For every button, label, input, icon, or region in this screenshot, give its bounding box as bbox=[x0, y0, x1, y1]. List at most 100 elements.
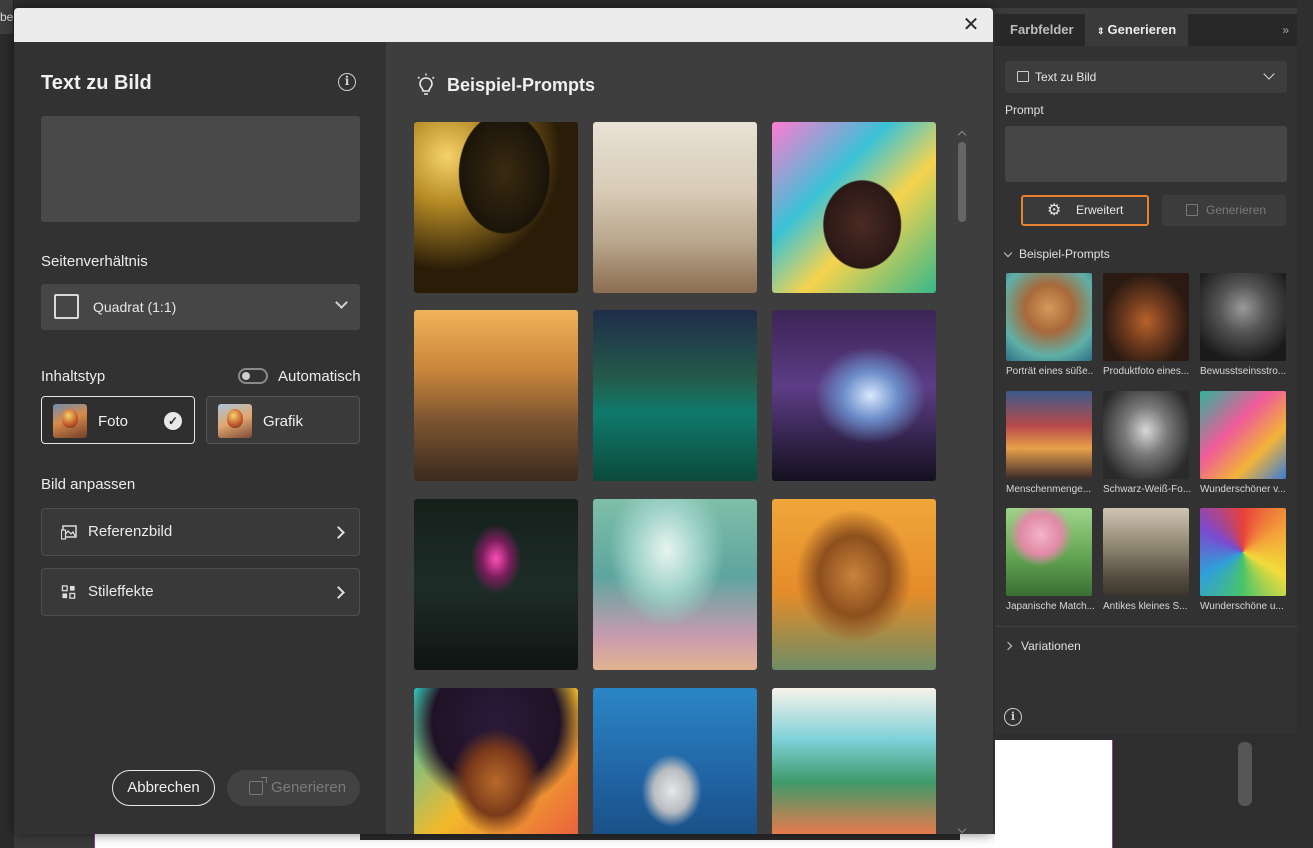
panel-example-vintage-car[interactable] bbox=[1103, 508, 1189, 596]
generation-mode-dropdown[interactable]: Text zu Bild bbox=[1005, 61, 1287, 93]
aspect-ratio-value: Quadrat (1:1) bbox=[93, 299, 177, 315]
aspect-ratio-dropdown[interactable]: Quadrat (1:1) bbox=[41, 284, 360, 330]
chevron-down-icon bbox=[1003, 248, 1013, 258]
text-to-image-dialog: ✕ Text zu Bild i Seitenverhältnis Quadra… bbox=[14, 8, 993, 834]
graphic-type-label: Grafik bbox=[263, 413, 304, 430]
tab-sort-icon: ⇕ bbox=[1097, 26, 1105, 36]
panel-example-burger[interactable] bbox=[1103, 273, 1189, 361]
right-toolbar-strip bbox=[1297, 0, 1313, 848]
generate-button-label: Generieren bbox=[271, 779, 347, 796]
style-effects-button[interactable]: Stileffekte bbox=[41, 568, 360, 616]
example-thumbnail-can-splash[interactable] bbox=[593, 688, 757, 834]
generate-icon bbox=[249, 777, 267, 795]
chevron-down-icon bbox=[1263, 68, 1275, 80]
panel-generate-label: Generieren bbox=[1206, 203, 1267, 217]
examples-section-label: Beispiel-Prompts bbox=[1019, 247, 1110, 261]
image-icon bbox=[61, 525, 77, 540]
auto-toggle-label: Automatisch bbox=[278, 368, 361, 385]
example-prompts-pane: Beispiel-Prompts bbox=[386, 42, 993, 834]
example-thumbnail-palm-street[interactable] bbox=[772, 688, 936, 834]
photo-type-thumbnail bbox=[53, 404, 87, 438]
panel-example-caption: Japanische Match... bbox=[1006, 601, 1094, 612]
auto-toggle[interactable] bbox=[238, 368, 268, 384]
info-icon[interactable]: i bbox=[338, 73, 356, 91]
tab-generate[interactable]: ⇕ Generieren bbox=[1085, 14, 1189, 46]
tab-generate-label: Generieren bbox=[1107, 22, 1177, 37]
aspect-ratio-label: Seitenverhältnis bbox=[41, 253, 148, 270]
lightbulb-icon bbox=[417, 73, 435, 95]
panel-example-brain[interactable] bbox=[1200, 273, 1286, 361]
panel-example-caption: Menschenmenge... bbox=[1006, 484, 1092, 495]
example-thumbnail-neon-rose[interactable] bbox=[414, 499, 578, 670]
variations-section-label: Variationen bbox=[1021, 639, 1081, 653]
generate-panel: Farbfelder ⇕ Generieren » Text zu Bild Pr… bbox=[995, 14, 1297, 734]
panel-example-crowd[interactable] bbox=[1006, 391, 1092, 479]
panel-example-mandala[interactable] bbox=[1200, 508, 1286, 596]
app-top-strip bbox=[0, 0, 1313, 8]
panel-example-caption: Antikes kleines S... bbox=[1103, 601, 1188, 612]
content-type-label: Inhaltstyp bbox=[41, 368, 106, 385]
content-type-photo-button[interactable]: Foto ✓ bbox=[41, 396, 195, 444]
document-tab[interactable]: be bbox=[0, 0, 14, 34]
panel-example-caption: Produktfoto eines... bbox=[1103, 366, 1190, 377]
panel-example-caption: Schwarz-Weiß-Fo... bbox=[1103, 484, 1191, 495]
example-thumbnail-cheetah[interactable] bbox=[414, 310, 578, 481]
cancel-button[interactable]: Abbrechen bbox=[112, 770, 215, 806]
reference-image-button[interactable]: Referenzbild bbox=[41, 508, 360, 556]
scroll-down-icon[interactable] bbox=[957, 824, 967, 834]
panel-example-caption: Bewusstseinsstro... bbox=[1200, 366, 1287, 377]
advanced-button[interactable]: ⚙ Erweitert bbox=[1021, 195, 1149, 226]
document-vertical-scrollbar[interactable] bbox=[1238, 742, 1252, 806]
panel-tab-bar: Farbfelder ⇕ Generieren » bbox=[995, 14, 1297, 46]
panel-example-bw-photo[interactable] bbox=[1103, 391, 1189, 479]
variations-section-header[interactable]: Variationen bbox=[1003, 639, 1081, 653]
example-prompts-title: Beispiel-Prompts bbox=[447, 75, 596, 95]
panel-example-caption: Wunderschöner v... bbox=[1200, 484, 1286, 495]
app-left-strip bbox=[0, 8, 14, 848]
dialog-titlebar: ✕ bbox=[14, 8, 993, 42]
example-thumbnail-cosmetics[interactable] bbox=[414, 122, 578, 293]
example-thumbnail-colorful-portrait[interactable] bbox=[772, 122, 936, 293]
toggle-knob bbox=[242, 372, 250, 380]
panel-prompt-input[interactable] bbox=[1005, 126, 1287, 182]
generation-mode-value: Text zu Bild bbox=[1035, 70, 1097, 84]
panel-example-kitten[interactable] bbox=[1006, 273, 1092, 361]
content-type-graphic-button[interactable]: Grafik bbox=[206, 396, 360, 444]
examples-section-header[interactable]: Beispiel-Prompts bbox=[1003, 247, 1110, 261]
scroll-up-icon[interactable] bbox=[957, 130, 967, 140]
collapse-panel-icon[interactable]: » bbox=[1282, 23, 1289, 37]
thumbnail-scrollbar[interactable] bbox=[957, 130, 967, 834]
style-effects-icon bbox=[61, 585, 76, 599]
gear-icon: ⚙ bbox=[1047, 202, 1062, 219]
panel-example-flamingo[interactable] bbox=[1200, 391, 1286, 479]
generate-icon bbox=[1186, 204, 1198, 216]
panel-example-caption: Porträt eines süße... bbox=[1006, 366, 1094, 377]
prompt-label: Prompt bbox=[1005, 103, 1044, 117]
dialog-title: Text zu Bild bbox=[41, 72, 152, 94]
panel-generate-button[interactable]: Generieren bbox=[1162, 195, 1286, 226]
chevron-right-icon bbox=[332, 526, 345, 539]
example-thumbnail-kitchen[interactable] bbox=[593, 122, 757, 293]
example-thumbnail-jellyfish[interactable] bbox=[593, 499, 757, 670]
panel-example-matcha[interactable] bbox=[1006, 508, 1092, 596]
advanced-button-label: Erweitert bbox=[1076, 203, 1124, 217]
document-page-preview bbox=[995, 740, 1113, 848]
close-icon[interactable]: ✕ bbox=[961, 15, 981, 35]
example-thumbnail-grid bbox=[414, 122, 944, 834]
example-thumbnail-giraffe[interactable] bbox=[772, 499, 936, 670]
generate-button[interactable]: Generieren bbox=[227, 770, 360, 806]
info-icon[interactable]: i bbox=[1004, 708, 1022, 726]
example-thumbnail-waterfall[interactable] bbox=[772, 310, 936, 481]
example-thumbnail-afro-portrait[interactable] bbox=[414, 688, 578, 834]
example-thumbnail-underwater-castle[interactable] bbox=[593, 310, 757, 481]
document-tab-label: be bbox=[0, 10, 14, 24]
prompt-input[interactable] bbox=[41, 116, 360, 222]
panel-example-caption: Wunderschöne u... bbox=[1200, 601, 1284, 612]
tab-swatches[interactable]: Farbfelder bbox=[1010, 14, 1074, 46]
square-icon bbox=[54, 294, 79, 319]
settings-pane: Text zu Bild i Seitenverhältnis Quadrat … bbox=[14, 42, 386, 834]
panel-divider bbox=[995, 626, 1297, 627]
scrollbar-thumb[interactable] bbox=[958, 142, 966, 222]
photo-type-label: Foto bbox=[98, 413, 129, 430]
image-icon bbox=[1017, 71, 1029, 82]
